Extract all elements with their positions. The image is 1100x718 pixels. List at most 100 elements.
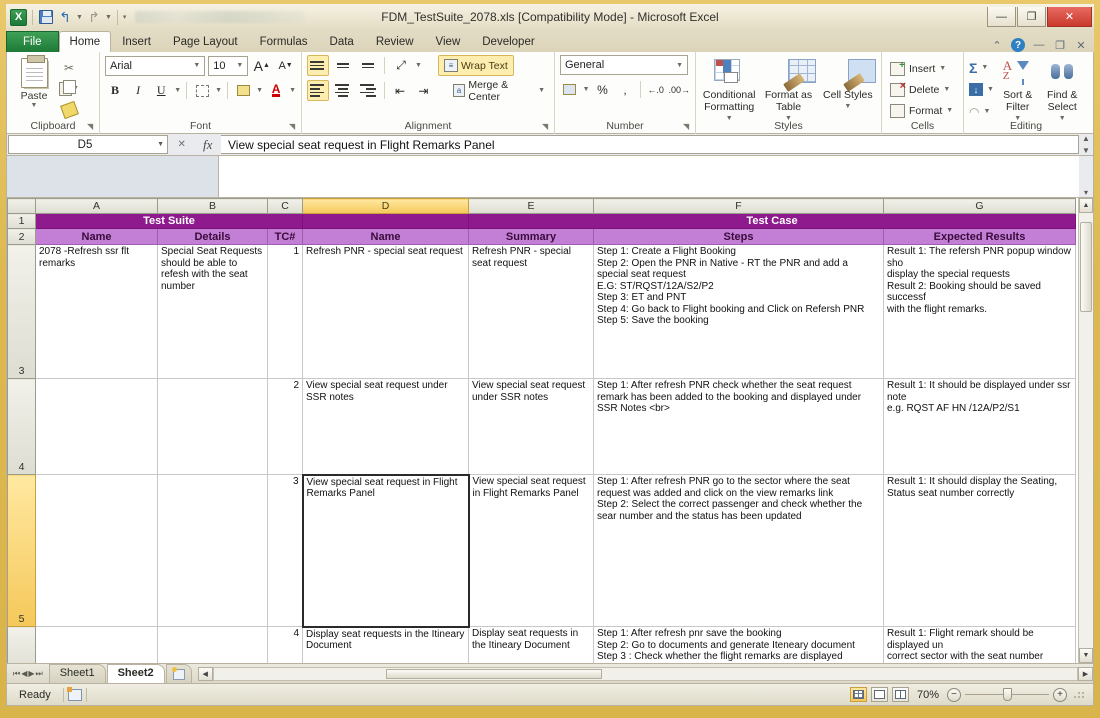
format-as-table-button[interactable]: Format as Table ▼ [760,57,817,125]
formula-scroll-down-icon[interactable]: ▼ [1082,146,1090,155]
select-all-corner[interactable] [7,198,36,214]
orientation-dropdown-icon[interactable]: ▼ [415,62,422,69]
cell-b5[interactable] [157,474,268,627]
prev-sheet-icon[interactable]: ◀ [21,669,27,679]
fill-color-dropdown-icon[interactable]: ▼ [256,87,263,94]
normal-view-button[interactable] [849,687,867,702]
cell-a4[interactable] [35,378,158,475]
cell-d6[interactable]: Display seat requests in the Itineary Do… [302,626,469,663]
cell-c2-header-tcnum[interactable]: TC# [267,228,303,245]
cut-icon[interactable]: ✂ [59,58,79,77]
cell-f3[interactable]: Step 1: Create a Flight Booking Step 2: … [593,244,884,379]
cell-g3[interactable]: Result 1: The refersh PNR popup window s… [883,244,1076,379]
cell-d1[interactable] [302,213,469,229]
tab-review[interactable]: Review [365,31,425,52]
formula-scroll-up-icon[interactable]: ▲ [1082,134,1090,143]
format-painter-icon[interactable] [59,100,79,119]
row-header-4[interactable]: 4 [7,378,36,475]
tab-data[interactable]: Data [319,31,365,52]
align-left-icon[interactable] [307,80,329,101]
format-cells-button[interactable]: Format ▼ [887,100,958,121]
cell-c4[interactable]: 2 [267,378,303,475]
close-button[interactable]: ✕ [1047,7,1092,27]
column-header-b[interactable]: B [157,198,268,214]
align-bottom-icon[interactable] [357,55,379,76]
vertical-scroll-thumb[interactable] [1080,222,1092,312]
row-header-5[interactable]: 5 [7,474,36,627]
cell-e2-header-summary[interactable]: Summary [468,228,594,245]
doc-close-icon[interactable]: ✕ [1074,38,1088,52]
borders-icon[interactable] [192,80,212,101]
decrease-decimal-icon[interactable]: .00→ [668,79,690,100]
undo-dropdown-icon[interactable]: ▼ [76,14,83,21]
redo-icon[interactable]: ↱ [86,9,102,25]
conditional-formatting-button[interactable]: Conditional Formatting ▼ [701,57,757,125]
page-layout-view-button[interactable] [870,687,888,702]
grow-font-icon[interactable]: A ▲ [251,55,272,76]
insert-cells-button[interactable]: Insert ▼ [887,58,958,79]
status-sheet-icon[interactable] [66,686,82,701]
tab-home[interactable]: Home [58,31,112,52]
cell-f5[interactable]: Step 1: After refresh PNR go to the sect… [593,474,884,627]
cell-c3[interactable]: 1 [267,244,303,379]
orientation-icon[interactable]: ⤢ [390,55,412,76]
row-header-3[interactable]: 3 [7,244,36,379]
zoom-in-button[interactable]: + [1053,687,1067,702]
horizontal-scroll-thumb[interactable] [386,668,603,679]
accounting-format-icon[interactable] [560,79,580,100]
cell-styles-button[interactable]: Cell Styles ▼ [820,57,876,125]
cell-b3[interactable]: Special Seat Requests should be able to … [157,244,268,379]
number-dialog-launcher[interactable]: ◥ [683,122,692,131]
insert-function-icon[interactable]: fx [203,137,212,153]
column-header-f[interactable]: F [593,198,884,214]
align-right-icon[interactable] [357,80,379,101]
zoom-level[interactable]: 70% [913,689,943,701]
increase-indent-icon[interactable]: ⇥ [413,80,433,101]
sheet-tab-sheet1[interactable]: Sheet1 [48,664,106,683]
tab-view[interactable]: View [425,31,472,52]
paste-dropdown-icon[interactable]: ▼ [31,102,38,109]
expand-formula-bar-icon[interactable]: ▾ [1084,188,1088,197]
cell-f6[interactable]: Step 1: After refresh pnr save the booki… [593,626,884,663]
italic-icon[interactable]: I [128,80,148,101]
cell-d4[interactable]: View special seat request under SSR note… [302,378,469,475]
save-icon[interactable] [38,9,54,25]
merge-dropdown-icon[interactable]: ▼ [538,87,545,94]
horizontal-scrollbar[interactable] [212,666,1078,681]
minimize-button[interactable]: — [987,7,1016,27]
cell-e1-test-case-banner[interactable]: Test Case [468,213,1076,229]
autosum-button[interactable]: Σ ▼ [969,57,994,78]
help-icon[interactable]: ? [1011,38,1025,52]
zoom-slider[interactable] [965,688,1049,701]
first-sheet-icon[interactable]: ⏮ [13,669,20,679]
tab-developer[interactable]: Developer [471,31,545,52]
zoom-out-button[interactable]: − [947,687,961,702]
cell-e3[interactable]: Refresh PNR - special seat request [468,244,594,379]
column-header-c[interactable]: C [267,198,303,214]
collapse-ribbon-icon[interactable]: ⌃ [990,38,1004,52]
page-break-preview-button[interactable] [891,687,909,702]
column-header-d[interactable]: D [302,198,469,214]
zoom-slider-thumb[interactable] [1003,688,1012,701]
font-color-icon[interactable]: A [266,80,286,101]
number-format-combo[interactable]: General ▼ [560,55,688,75]
tab-formulas[interactable]: Formulas [249,31,319,52]
next-sheet-icon[interactable]: ▶ [28,669,34,679]
cell-g6[interactable]: Result 1: Flight remark should be displa… [883,626,1076,663]
column-header-e[interactable]: E [468,198,594,214]
cell-d3[interactable]: Refresh PNR - special seat request [302,244,469,379]
resize-grip[interactable] [1073,688,1085,701]
clear-button[interactable]: ◠ ▼ [969,101,994,122]
customize-qat-icon[interactable]: ▾ [123,13,127,21]
copy-icon[interactable]: ▼ [59,79,79,98]
cell-e6[interactable]: Display seat requests in the Itineary Do… [468,626,594,663]
cancel-formula-icon[interactable]: ✕ [178,139,186,150]
underline-dropdown-icon[interactable]: ▼ [174,87,181,94]
column-header-a[interactable]: A [35,198,158,214]
accounting-dropdown-icon[interactable]: ▼ [583,86,590,93]
formula-bar-overflow[interactable] [219,156,1079,197]
last-sheet-icon[interactable]: ⏭ [36,669,43,679]
cell-f2-header-steps[interactable]: Steps [593,228,884,245]
redo-dropdown-icon[interactable]: ▼ [105,14,112,21]
font-name-combo[interactable]: Arial ▼ [105,55,206,76]
